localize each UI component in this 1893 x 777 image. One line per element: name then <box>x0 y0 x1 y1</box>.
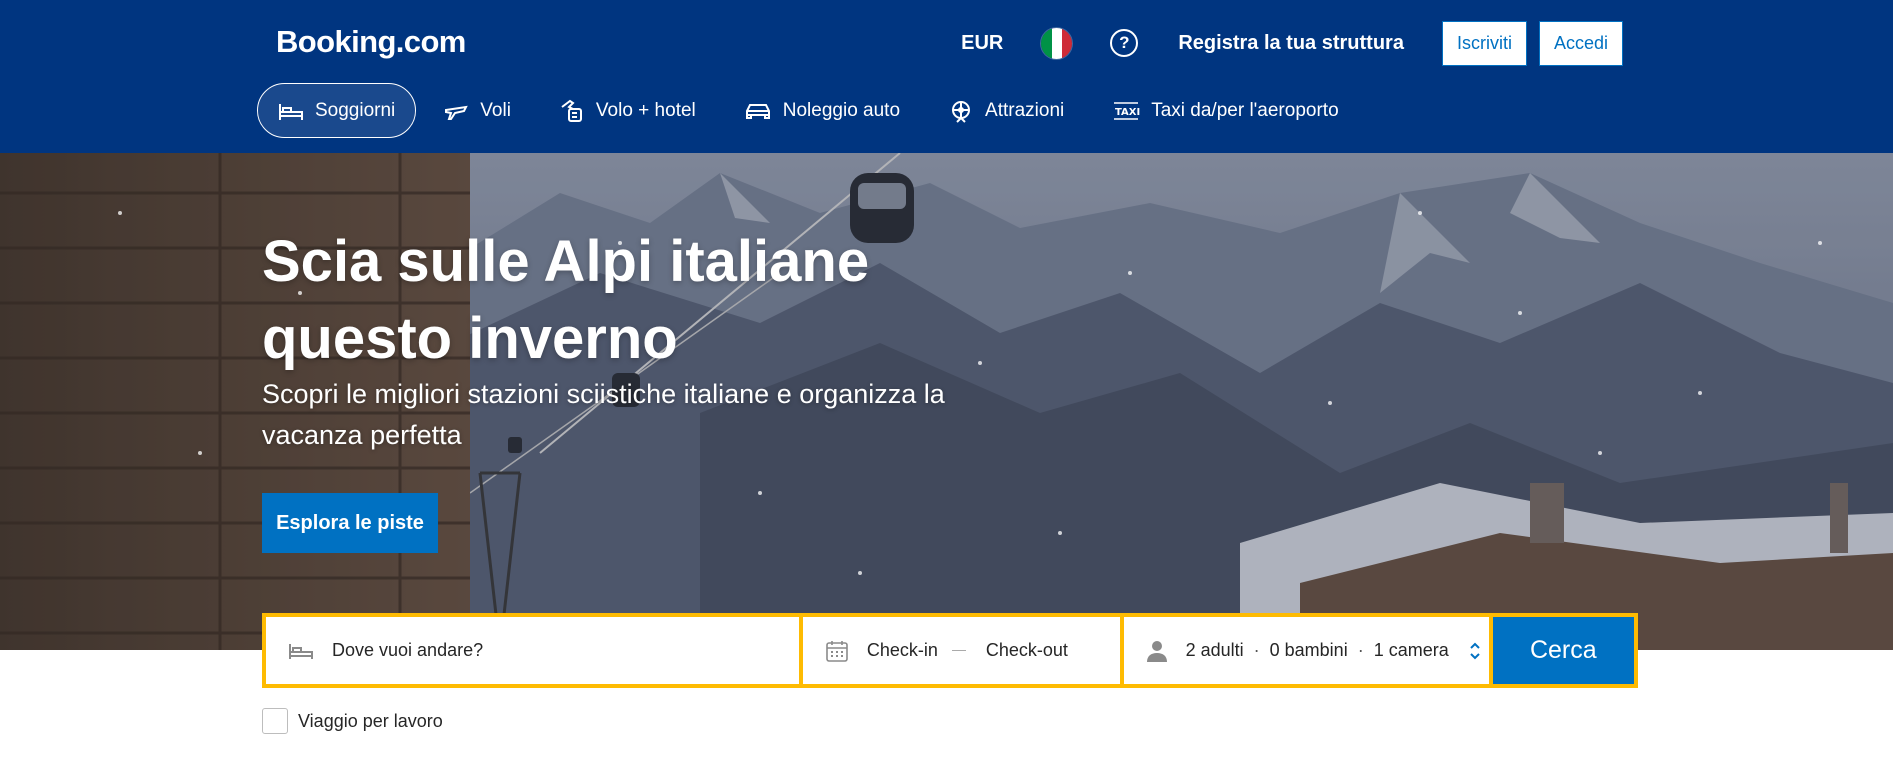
search-button[interactable]: Cerca <box>1492 617 1634 684</box>
taxi-icon: TAXI <box>1114 101 1140 120</box>
date-separator <box>951 650 966 651</box>
attraction-icon <box>952 100 971 123</box>
tab-stays[interactable]: Soggiorni <box>257 83 417 138</box>
signup-button[interactable]: Iscriviti <box>1441 20 1527 66</box>
destination-field[interactable]: Dove vuoi andare? <box>266 617 799 684</box>
adults-count: 2 adulti <box>1185 640 1244 660</box>
header-actions: EUR ? Registra la tua struttura Iscrivit… <box>961 20 1623 66</box>
hero-subtitle: Scopri le migliori stazioni sciistiche i… <box>262 379 945 450</box>
rooms-count: 1 camera <box>1373 640 1449 660</box>
guests-rooms-field[interactable]: 2 adulti · 0 bambini · 1 camera <box>1123 617 1489 684</box>
chevron-up-down-icon <box>1470 642 1480 659</box>
destination-placeholder: Dove vuoi andare? <box>332 640 484 660</box>
tab-stays-label: Soggiorni <box>315 99 396 121</box>
tab-airport-taxi-label: Taxi da/per l'aeroporto <box>1151 99 1339 121</box>
booking-logo[interactable]: Booking.com <box>276 24 466 60</box>
tab-car-rental[interactable]: Noleggio auto <box>723 83 921 138</box>
checkout-label[interactable]: Check-out <box>986 640 1068 661</box>
main-nav: Soggiorni Voli Volo + hotel Noleggio aut… <box>257 83 1366 138</box>
top-header: Booking.com EUR ? Registra la tua strutt… <box>0 0 1893 153</box>
work-trip-label: Viaggio per lavoro <box>298 710 443 731</box>
tab-flight-hotel-label: Volo + hotel <box>595 99 696 121</box>
flight-hotel-icon <box>561 99 582 122</box>
register-property-link[interactable]: Registra la tua struttura <box>1178 32 1404 55</box>
hero-title: Scia sulle Alpi italiane questo inverno <box>262 229 870 371</box>
tab-flight-hotel[interactable]: Volo + hotel <box>538 83 717 138</box>
help-icon[interactable]: ? <box>1110 29 1139 57</box>
children-count: 0 bambini <box>1269 640 1348 660</box>
tab-airport-taxi[interactable]: TAXI Taxi da/per l'aeroporto <box>1091 83 1359 138</box>
car-icon <box>745 103 770 119</box>
tab-attractions-label: Attrazioni <box>985 99 1065 121</box>
bed-icon <box>289 643 313 659</box>
calendar-icon <box>826 640 848 662</box>
svg-text:TAXI: TAXI <box>1115 107 1140 118</box>
search-bar: Dove vuoi andare? Check-in Check-out 2 a… <box>262 613 1638 688</box>
tab-flights-label: Voli <box>480 99 511 121</box>
checkin-label[interactable]: Check-in <box>867 640 938 661</box>
tab-car-rental-label: Noleggio auto <box>782 99 901 121</box>
currency-selector[interactable]: EUR <box>961 32 1003 55</box>
bed-icon <box>279 103 303 120</box>
work-trip-checkbox[interactable] <box>262 708 288 734</box>
date-range-field[interactable]: Check-in Check-out <box>802 617 1120 684</box>
plane-icon <box>445 105 469 120</box>
person-icon <box>1146 640 1167 662</box>
tab-flights[interactable]: Voli <box>422 83 532 138</box>
tab-attractions[interactable]: Attrazioni <box>927 83 1085 138</box>
italy-flag-icon[interactable] <box>1041 27 1073 59</box>
login-button[interactable]: Accedi <box>1538 20 1623 66</box>
work-trip-option[interactable]: Viaggio per lavoro <box>262 708 443 734</box>
separator-dot: · <box>1253 640 1260 660</box>
separator-dot: · <box>1357 640 1364 660</box>
explore-slopes-button[interactable]: Esplora le piste <box>262 493 438 553</box>
hero-banner: Scia sulle Alpi italiane questo inverno … <box>0 153 1893 650</box>
